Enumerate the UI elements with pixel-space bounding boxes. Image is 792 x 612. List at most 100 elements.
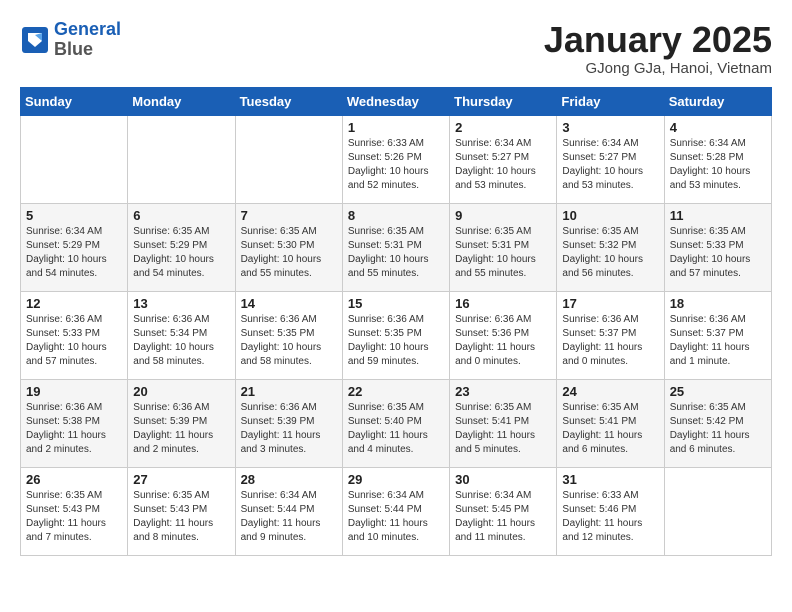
day-info: Sunrise: 6:33 AM Sunset: 5:46 PM Dayligh… <box>562 489 658 545</box>
calendar-cell <box>664 467 771 555</box>
day-info: Sunrise: 6:34 AM Sunset: 5:44 PM Dayligh… <box>241 489 337 545</box>
day-info: Sunrise: 6:36 AM Sunset: 5:38 PM Dayligh… <box>26 401 122 457</box>
day-number: 6 <box>133 208 229 223</box>
calendar-cell: 12 Sunrise: 6:36 AM Sunset: 5:33 PM Dayli… <box>21 291 128 379</box>
calendar-cell: 13 Sunrise: 6:36 AM Sunset: 5:34 PM Dayli… <box>128 291 235 379</box>
week-row-5: 26 Sunrise: 6:35 AM Sunset: 5:43 PM Dayli… <box>21 467 772 555</box>
weekday-header-row: SundayMondayTuesdayWednesdayThursdayFrid… <box>21 87 772 115</box>
calendar-cell: 14Sunrise: 6:36 AM Sunset: 5:35 PM Dayli… <box>235 291 342 379</box>
logo-line1: General <box>54 19 121 39</box>
calendar-cell: 25Sunrise: 6:35 AM Sunset: 5:42 PM Dayli… <box>664 379 771 467</box>
day-info: Sunrise: 6:36 AM Sunset: 5:36 PM Dayligh… <box>455 313 551 369</box>
day-number: 17 <box>562 296 658 311</box>
day-info: Sunrise: 6:35 AM Sunset: 5:32 PM Dayligh… <box>562 225 658 281</box>
day-info: Sunrise: 6:33 AM Sunset: 5:26 PM Dayligh… <box>348 137 444 193</box>
day-number: 19 <box>26 384 122 399</box>
day-info: Sunrise: 6:35 AM Sunset: 5:41 PM Dayligh… <box>455 401 551 457</box>
day-number: 18 <box>670 296 766 311</box>
day-info: Sunrise: 6:34 AM Sunset: 5:27 PM Dayligh… <box>562 137 658 193</box>
weekday-header-sunday: Sunday <box>21 87 128 115</box>
day-number: 5 <box>26 208 122 223</box>
calendar-subtitle: GJong GJa, Hanoi, Vietnam <box>544 60 772 77</box>
calendar-cell: 9Sunrise: 6:35 AM Sunset: 5:31 PM Daylig… <box>450 203 557 291</box>
weekday-header-saturday: Saturday <box>664 87 771 115</box>
day-number: 7 <box>241 208 337 223</box>
calendar-cell: 5 Sunrise: 6:34 AM Sunset: 5:29 PM Daylig… <box>21 203 128 291</box>
day-info: Sunrise: 6:36 AM Sunset: 5:37 PM Dayligh… <box>562 313 658 369</box>
day-number: 23 <box>455 384 551 399</box>
day-number: 12 <box>26 296 122 311</box>
weekday-header-wednesday: Wednesday <box>342 87 449 115</box>
calendar-cell: 17 Sunrise: 6:36 AM Sunset: 5:37 PM Dayli… <box>557 291 664 379</box>
calendar-cell: 24Sunrise: 6:35 AM Sunset: 5:41 PM Dayli… <box>557 379 664 467</box>
day-info: Sunrise: 6:34 AM Sunset: 5:27 PM Dayligh… <box>455 137 551 193</box>
day-number: 24 <box>562 384 658 399</box>
day-number: 31 <box>562 472 658 487</box>
calendar-cell: 16Sunrise: 6:36 AM Sunset: 5:36 PM Dayli… <box>450 291 557 379</box>
day-info: Sunrise: 6:35 AM Sunset: 5:43 PM Dayligh… <box>26 489 122 545</box>
day-number: 9 <box>455 208 551 223</box>
day-info: Sunrise: 6:35 AM Sunset: 5:42 PM Dayligh… <box>670 401 766 457</box>
calendar-title: January 2025 <box>544 20 772 60</box>
calendar-table: SundayMondayTuesdayWednesdayThursdayFrid… <box>20 87 772 556</box>
day-number: 29 <box>348 472 444 487</box>
logo: General Blue <box>20 20 121 60</box>
day-info: Sunrise: 6:36 AM Sunset: 5:34 PM Dayligh… <box>133 313 229 369</box>
calendar-cell: 3 Sunrise: 6:34 AM Sunset: 5:27 PM Daylig… <box>557 115 664 203</box>
day-number: 21 <box>241 384 337 399</box>
calendar-cell: 31 Sunrise: 6:33 AM Sunset: 5:46 PM Dayli… <box>557 467 664 555</box>
day-info: Sunrise: 6:35 AM Sunset: 5:40 PM Dayligh… <box>348 401 444 457</box>
weekday-header-monday: Monday <box>128 87 235 115</box>
calendar-cell: 10 Sunrise: 6:35 AM Sunset: 5:32 PM Dayli… <box>557 203 664 291</box>
logo-text: General Blue <box>54 20 121 60</box>
weekday-header-friday: Friday <box>557 87 664 115</box>
calendar-cell: 4 Sunrise: 6:34 AM Sunset: 5:28 PM Daylig… <box>664 115 771 203</box>
logo-icon <box>20 25 50 55</box>
day-number: 10 <box>562 208 658 223</box>
day-info: Sunrise: 6:36 AM Sunset: 5:37 PM Dayligh… <box>670 313 766 369</box>
calendar-cell: 7Sunrise: 6:35 AM Sunset: 5:30 PM Daylig… <box>235 203 342 291</box>
day-info: Sunrise: 6:34 AM Sunset: 5:28 PM Dayligh… <box>670 137 766 193</box>
calendar-cell: 23 Sunrise: 6:35 AM Sunset: 5:41 PM Dayli… <box>450 379 557 467</box>
day-number: 11 <box>670 208 766 223</box>
day-info: Sunrise: 6:36 AM Sunset: 5:35 PM Dayligh… <box>241 313 337 369</box>
day-number: 28 <box>241 472 337 487</box>
weekday-header-tuesday: Tuesday <box>235 87 342 115</box>
calendar-cell: 18 Sunrise: 6:36 AM Sunset: 5:37 PM Dayli… <box>664 291 771 379</box>
day-info: Sunrise: 6:35 AM Sunset: 5:29 PM Dayligh… <box>133 225 229 281</box>
day-info: Sunrise: 6:35 AM Sunset: 5:33 PM Dayligh… <box>670 225 766 281</box>
calendar-cell: 27Sunrise: 6:35 AM Sunset: 5:43 PM Dayli… <box>128 467 235 555</box>
calendar-cell: 8 Sunrise: 6:35 AM Sunset: 5:31 PM Daylig… <box>342 203 449 291</box>
day-info: Sunrise: 6:36 AM Sunset: 5:33 PM Dayligh… <box>26 313 122 369</box>
day-number: 26 <box>26 472 122 487</box>
day-number: 8 <box>348 208 444 223</box>
day-info: Sunrise: 6:35 AM Sunset: 5:43 PM Dayligh… <box>133 489 229 545</box>
day-number: 13 <box>133 296 229 311</box>
calendar-cell: 29 Sunrise: 6:34 AM Sunset: 5:44 PM Dayli… <box>342 467 449 555</box>
day-number: 30 <box>455 472 551 487</box>
day-info: Sunrise: 6:34 AM Sunset: 5:44 PM Dayligh… <box>348 489 444 545</box>
day-info: Sunrise: 6:34 AM Sunset: 5:29 PM Dayligh… <box>26 225 122 281</box>
day-number: 4 <box>670 120 766 135</box>
calendar-cell <box>235 115 342 203</box>
calendar-cell: 20Sunrise: 6:36 AM Sunset: 5:39 PM Dayli… <box>128 379 235 467</box>
day-number: 2 <box>455 120 551 135</box>
calendar-cell: 26 Sunrise: 6:35 AM Sunset: 5:43 PM Dayli… <box>21 467 128 555</box>
calendar-cell: 11 Sunrise: 6:35 AM Sunset: 5:33 PM Dayli… <box>664 203 771 291</box>
calendar-cell: 15Sunrise: 6:36 AM Sunset: 5:35 PM Dayli… <box>342 291 449 379</box>
calendar-cell <box>21 115 128 203</box>
day-info: Sunrise: 6:36 AM Sunset: 5:39 PM Dayligh… <box>241 401 337 457</box>
day-info: Sunrise: 6:35 AM Sunset: 5:31 PM Dayligh… <box>348 225 444 281</box>
day-number: 1 <box>348 120 444 135</box>
day-number: 15 <box>348 296 444 311</box>
weekday-header-thursday: Thursday <box>450 87 557 115</box>
calendar-cell <box>128 115 235 203</box>
day-number: 3 <box>562 120 658 135</box>
day-number: 22 <box>348 384 444 399</box>
logo-line2: Blue <box>54 39 93 59</box>
calendar-cell: 30 Sunrise: 6:34 AM Sunset: 5:45 PM Dayli… <box>450 467 557 555</box>
day-info: Sunrise: 6:34 AM Sunset: 5:45 PM Dayligh… <box>455 489 551 545</box>
calendar-cell: 22 Sunrise: 6:35 AM Sunset: 5:40 PM Dayli… <box>342 379 449 467</box>
week-row-4: 19 Sunrise: 6:36 AM Sunset: 5:38 PM Dayli… <box>21 379 772 467</box>
page-header: General Blue January 2025 GJong GJa, Han… <box>20 20 772 77</box>
